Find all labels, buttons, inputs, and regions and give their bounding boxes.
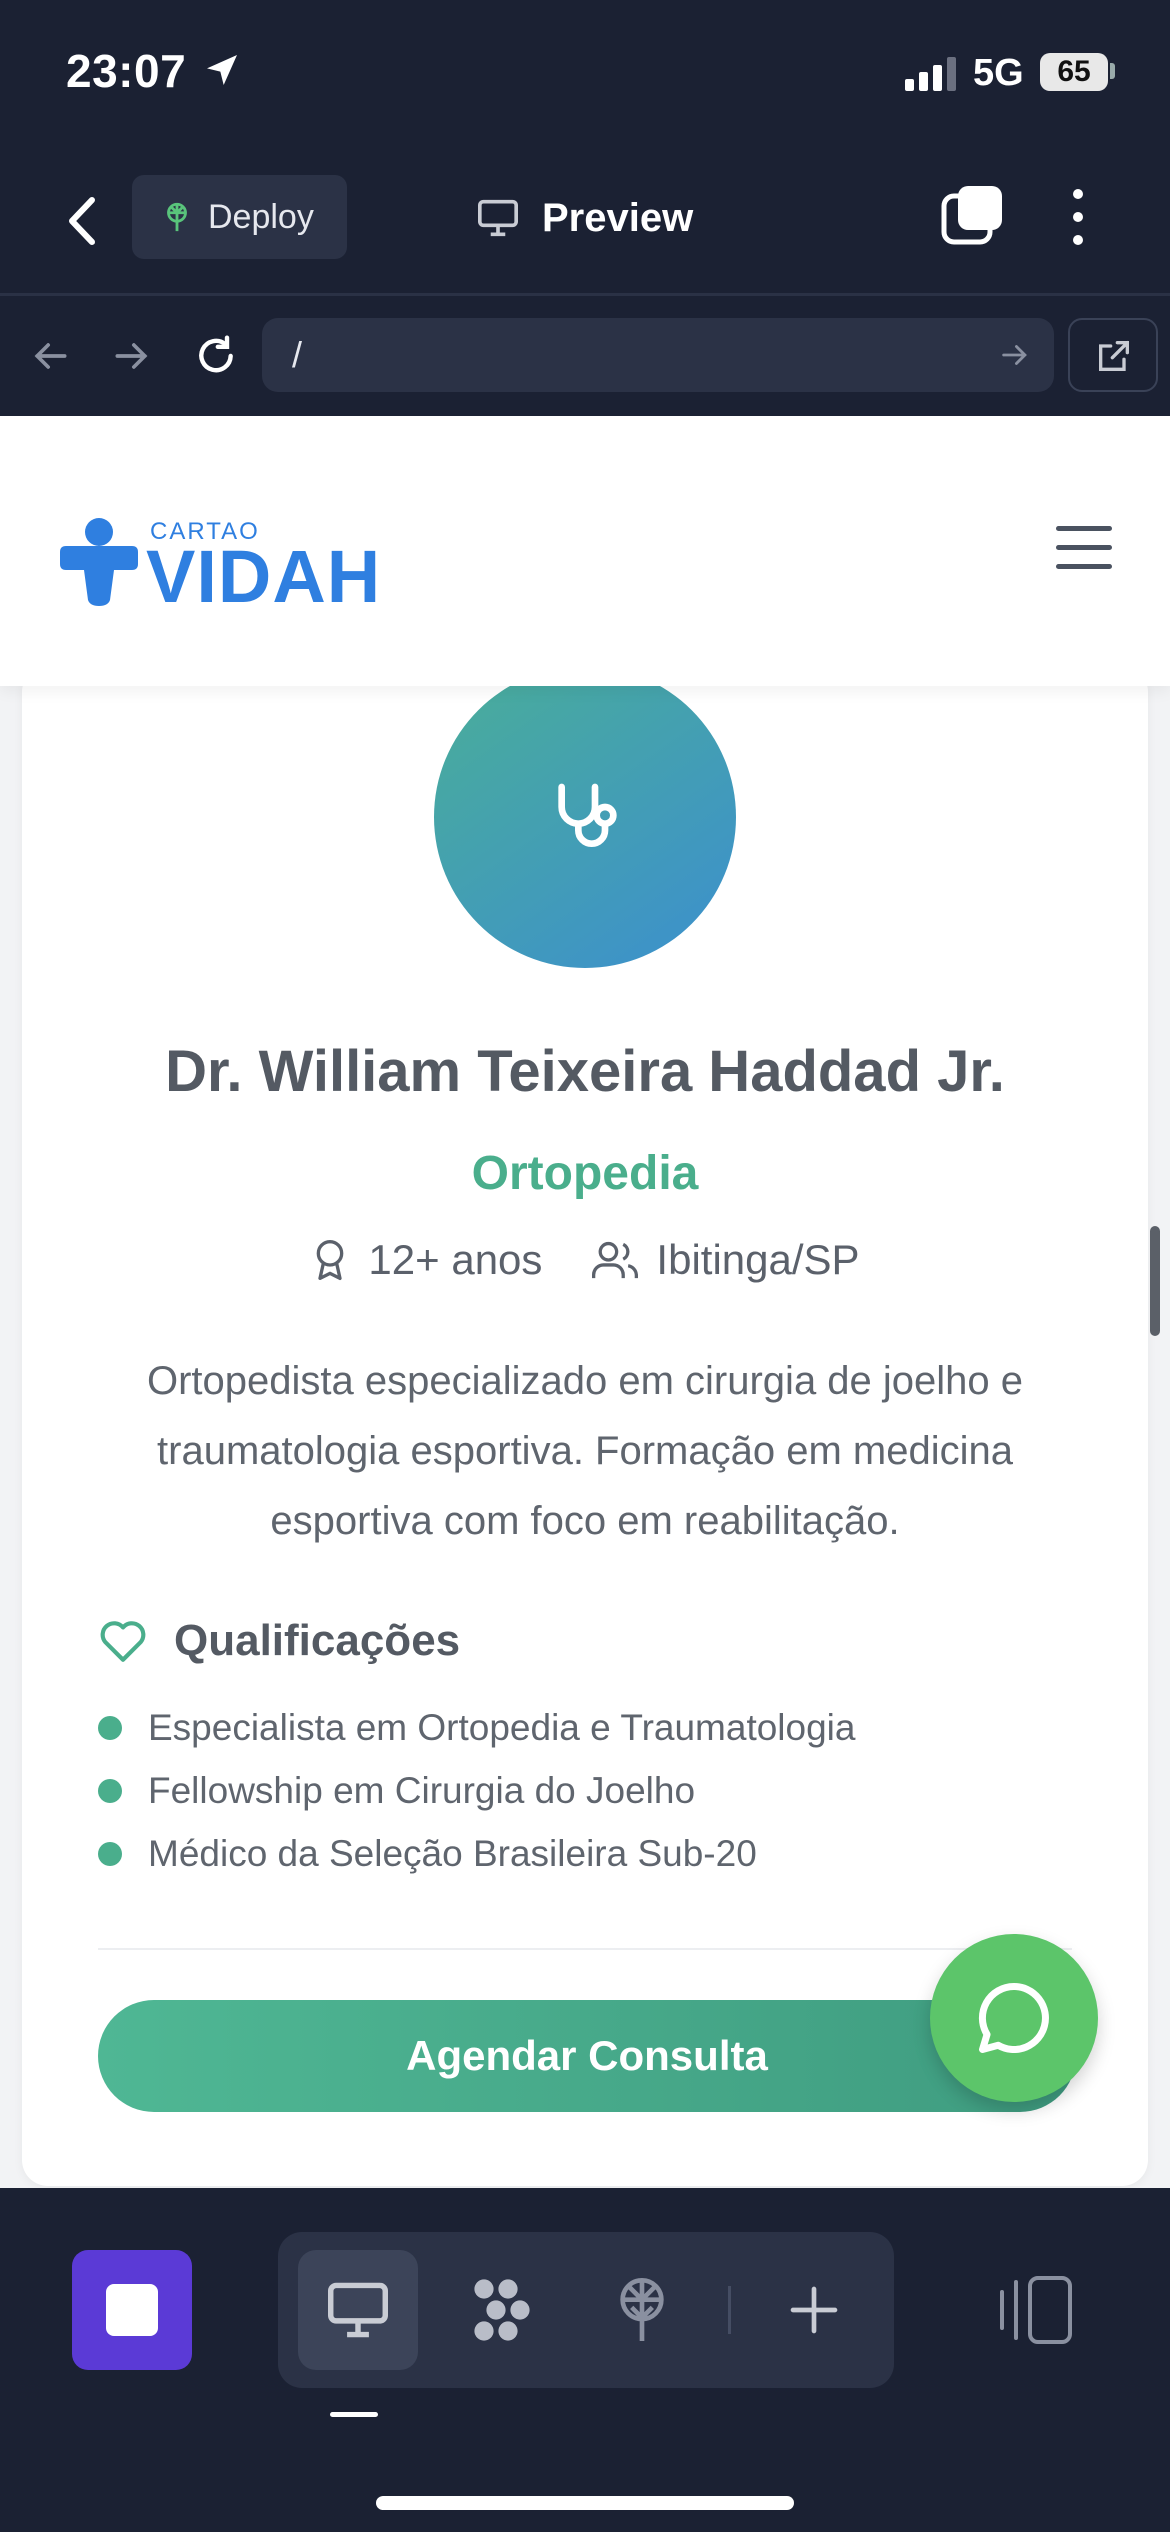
deploy-label: Deploy: [208, 197, 314, 236]
location-item: Ibitinga/SP: [592, 1236, 860, 1284]
scrollbar-thumb[interactable]: [1150, 1226, 1160, 1336]
external-link-icon: [1099, 341, 1129, 371]
home-indicator[interactable]: [376, 2496, 794, 2510]
logo-big-text: VIDAH: [146, 535, 382, 618]
toolbar-separator: [728, 2286, 731, 2334]
url-text: /: [292, 334, 303, 375]
add-tool-button[interactable]: [754, 2250, 874, 2370]
back-chevron-icon[interactable]: [56, 186, 112, 256]
award-icon: [317, 1240, 344, 1280]
qualification-text: Médico da Seleção Brasileira Sub-20: [148, 1832, 757, 1874]
whatsapp-chat-icon: [978, 1982, 1049, 2053]
deploy-button[interactable]: Deploy: [132, 175, 347, 259]
experience-item: 12+ anos: [310, 1236, 542, 1284]
qualifications-list: Especialista em Ortopedia e Traumatologi…: [98, 1696, 855, 1885]
list-item: Fellowship em Cirurgia do Joelho: [98, 1759, 855, 1822]
location-arrow-icon: [207, 55, 237, 85]
bullet-dot: [98, 1778, 122, 1803]
heart-icon: [100, 1621, 146, 1662]
bullet-dot: [98, 1841, 122, 1866]
doctor-specialty: Ortopedia: [471, 1147, 699, 1200]
deploy-icon: [167, 202, 187, 232]
site-header: CARTAO VIDAH: [0, 416, 1170, 686]
card-divider: [98, 1948, 1072, 1950]
monitor-icon: [478, 199, 518, 237]
tabs-icon[interactable]: [940, 182, 1006, 248]
sidebar-toggle-icon[interactable]: [996, 2272, 1076, 2348]
doctor-name: Dr. William Teixeira Haddad Jr.: [165, 1039, 1005, 1104]
preview-tool-button[interactable]: [298, 2250, 418, 2370]
battery-indicator: 65: [1040, 53, 1108, 91]
users-icon: [592, 1241, 639, 1279]
signal-icon: [905, 57, 956, 91]
deploy-tool-button[interactable]: [582, 2250, 702, 2370]
list-item: Médico da Seleção Brasileira Sub-20: [98, 1822, 855, 1885]
go-arrow-icon[interactable]: [998, 338, 1032, 372]
doctor-avatar: [434, 666, 736, 968]
browser-url-bar: /: [0, 296, 1170, 416]
status-bar: 23:07 5G 65: [0, 0, 1170, 150]
monitor-icon: [328, 2282, 388, 2338]
experience-text: 12+ anos: [368, 1236, 543, 1283]
nav-back-icon[interactable]: [28, 334, 72, 378]
deploy-tree-icon: [620, 2277, 664, 2341]
plus-icon: [790, 2286, 838, 2334]
status-time: 23:07: [66, 45, 187, 97]
network-type: 5G: [973, 52, 1024, 94]
doctor-meta: 12+ anos Ibitinga/SP: [22, 1236, 1148, 1284]
more-vertical-icon[interactable]: [1060, 184, 1096, 250]
list-item: Especialista em Ortopedia e Traumatologi…: [98, 1696, 855, 1759]
grid-blocks-icon: [474, 2279, 530, 2341]
whatsapp-button[interactable]: [930, 1934, 1098, 2102]
battery-nub: [1110, 63, 1115, 79]
app-bar: Deploy Preview: [0, 150, 1170, 296]
stethoscope-icon: [558, 783, 617, 847]
stop-button[interactable]: [72, 2250, 192, 2370]
logo-cross-icon: [60, 518, 138, 606]
menu-hamburger-icon[interactable]: [1056, 526, 1112, 572]
qualifications-heading: Qualificações: [98, 1616, 460, 1666]
tool-group: [278, 2232, 894, 2388]
open-external-button[interactable]: [1068, 318, 1158, 392]
location-text: Ibitinga/SP: [656, 1236, 860, 1283]
nav-forward-icon[interactable]: [110, 334, 154, 378]
components-tool-button[interactable]: [442, 2250, 562, 2370]
preview-label: Preview: [542, 195, 694, 240]
active-tab-indicator: [330, 2412, 378, 2417]
url-input[interactable]: /: [262, 318, 1054, 392]
doctor-description: Ortopedista especializado em cirurgia de…: [146, 1359, 1024, 1543]
web-viewport: CARTAO VIDAH Dr. William Teixeira Haddad…: [0, 416, 1170, 2188]
bullet-dot: [98, 1715, 122, 1740]
reload-icon[interactable]: [194, 334, 238, 378]
qualification-text: Especialista em Ortopedia e Traumatologi…: [148, 1706, 856, 1748]
preview-title[interactable]: Preview: [476, 188, 693, 248]
qualification-text: Fellowship em Cirurgia do Joelho: [148, 1769, 696, 1811]
stop-square-icon: [106, 2284, 158, 2336]
site-logo[interactable]: CARTAO VIDAH: [54, 496, 394, 618]
bottom-toolbar: [0, 2188, 1170, 2532]
qualifications-title: Qualificações: [174, 1616, 461, 1665]
